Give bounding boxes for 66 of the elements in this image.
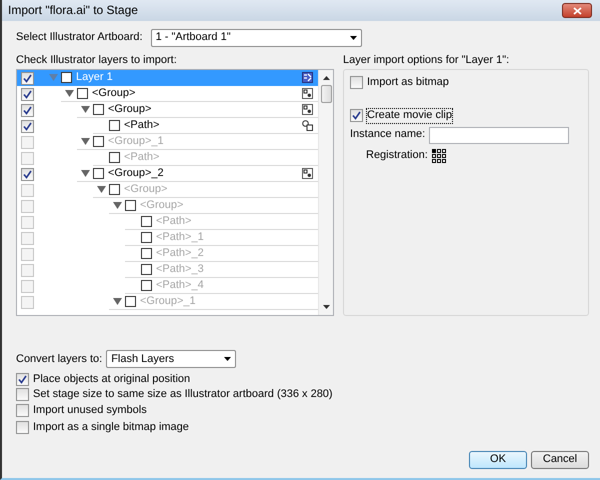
layer-box[interactable]: [61, 72, 72, 84]
layer-box[interactable]: [93, 168, 104, 180]
tree-row[interactable]: <Group>: [17, 102, 318, 118]
scroll-down-icon[interactable]: [322, 305, 330, 310]
layer-name: <Group>_1: [140, 295, 196, 308]
checkbox[interactable]: [16, 388, 29, 402]
checkbox-label: Import as bitmap: [367, 76, 449, 90]
layer-box[interactable]: [93, 104, 104, 116]
layer-name: <Path>: [124, 151, 160, 164]
dialog-button[interactable]: Cancel: [531, 450, 589, 469]
artboard-dropdown[interactable]: 1 - "Artboard 1": [150, 29, 362, 47]
dialog-button[interactable]: OK: [469, 450, 527, 469]
tree-row[interactable]: <Path>: [17, 118, 318, 134]
checkbox[interactable]: [20, 72, 34, 85]
checkbox[interactable]: [350, 76, 363, 90]
checkbox-label: Import unused symbols: [33, 404, 147, 417]
layer-name: <Group>_2: [108, 167, 164, 180]
checkbox[interactable]: [20, 88, 34, 101]
checkbox[interactable]: [350, 109, 363, 122]
field-label: Convert layers to:: [16, 352, 102, 366]
checkbox-label: Import as a single bitmap image: [33, 420, 189, 434]
expand-arrow-icon[interactable]: [64, 90, 74, 98]
checkbox-label: Create movie clip: [367, 109, 452, 123]
expand-arrow-icon[interactable]: [80, 170, 90, 178]
layer-name: <Group>: [124, 183, 168, 196]
expand-arrow-icon[interactable]: [80, 106, 90, 114]
layer-name: <Path>: [124, 119, 160, 132]
tree-row[interactable]: <Group>: [17, 86, 318, 102]
scroll-up-icon[interactable]: [322, 76, 330, 80]
checkbox-label: Place objects at original position: [33, 373, 190, 386]
layer-name: <Group>: [140, 199, 184, 212]
layer-name: <Path>_4: [156, 279, 204, 292]
window-title: Import "flora.ai" to Stage: [8, 3, 138, 18]
checkbox[interactable]: [20, 168, 34, 181]
layer-name: <Group>: [108, 103, 152, 116]
layer-name: <Group>: [92, 87, 136, 100]
layer-box[interactable]: [77, 88, 88, 100]
section-label: Layer import options for "Layer 1":: [343, 54, 510, 68]
dropdown-arrow-icon: [350, 36, 357, 40]
instance-name-field[interactable]: [429, 126, 570, 144]
checkbox[interactable]: [20, 104, 34, 117]
tree-row[interactable]: <Group>_2: [17, 166, 318, 182]
tree-row[interactable]: Layer 1: [17, 70, 318, 86]
field-label: Select Illustrator Artboard:: [16, 31, 143, 45]
layer-name: <Path>_3: [156, 263, 204, 276]
registration-grid[interactable]: [432, 148, 446, 163]
checkbox[interactable]: [20, 120, 34, 133]
scrollbar[interactable]: [318, 70, 333, 316]
layer-box[interactable]: [109, 120, 120, 132]
layer-name: <Path>_1: [156, 231, 204, 244]
field-label: Instance name:: [350, 128, 426, 142]
layer-name: <Path>_2: [156, 247, 204, 260]
scroll-thumb[interactable]: [320, 85, 332, 104]
layer-name: <Path>: [156, 215, 192, 228]
layer-name: <Group>_1: [108, 135, 164, 148]
section-label: Check Illustrator layers to import:: [16, 54, 178, 68]
dropdown-arrow-icon: [224, 357, 232, 362]
close-icon: [572, 6, 582, 14]
checkbox-label: Set stage size to same size as Illustrator artboard (336 x 280): [33, 388, 333, 402]
checkbox[interactable]: [16, 373, 29, 386]
checkbox[interactable]: [16, 420, 29, 434]
checkbox[interactable]: [16, 404, 29, 417]
field-label: Registration:: [366, 148, 428, 162]
convert-dropdown[interactable]: Flash Layers: [106, 350, 236, 368]
layer-name: Layer 1: [76, 71, 113, 84]
close-button[interactable]: [562, 3, 592, 18]
